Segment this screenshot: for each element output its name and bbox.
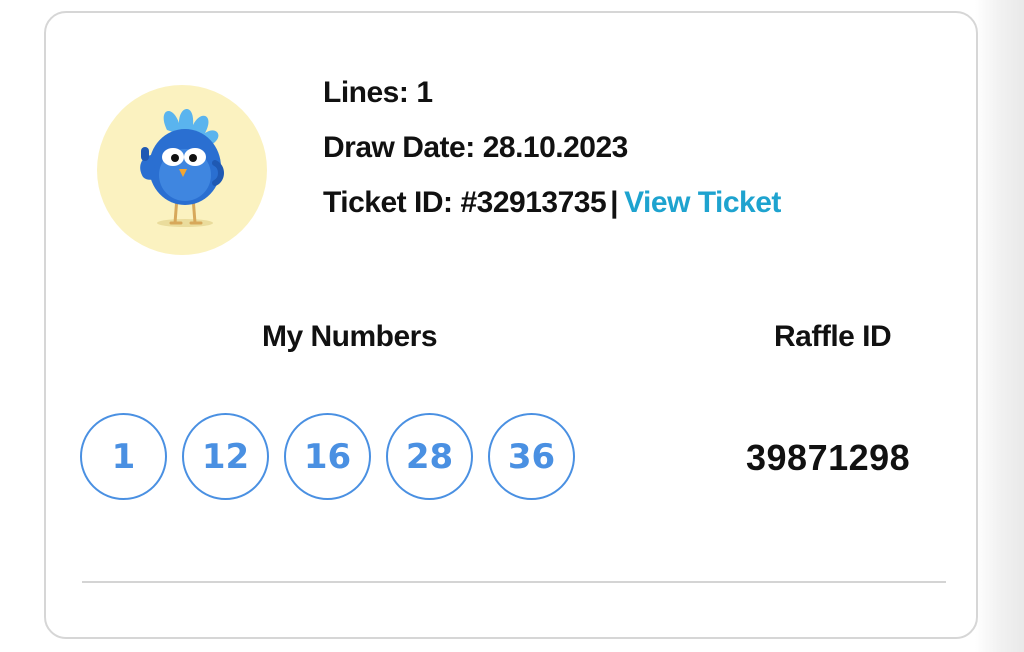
draw-date-row: Draw Date: 28.10.2023 (323, 128, 781, 183)
bird-mascot-graphic (140, 109, 224, 227)
ticket-info: Lines: 1 Draw Date: 28.10.2023 Ticket ID: #… (323, 73, 781, 238)
draw-date-value: 28.10.2023 (482, 131, 629, 164)
draw-date-label: Draw Date: (323, 131, 475, 164)
ticket-id-value: #32913735 (460, 186, 607, 219)
lines-row: Lines: 1 (323, 73, 781, 128)
number-ball: 16 (284, 413, 371, 500)
number-ball: 1 (80, 413, 167, 500)
lines-label: Lines: (323, 76, 409, 109)
divider (82, 581, 946, 583)
view-ticket-link[interactable]: View Ticket (624, 186, 781, 219)
bird-mascot-icon (97, 85, 267, 255)
number-ball: 12 (182, 413, 269, 500)
number-ball: 28 (386, 413, 473, 500)
ticket-id-row: Ticket ID: #32913735 | View Ticket (323, 183, 781, 238)
separator: | (610, 186, 619, 219)
page: Lines: 1 Draw Date: 28.10.2023 Ticket ID: #… (0, 0, 1024, 652)
ticket-id-label: Ticket ID: (323, 186, 453, 219)
my-numbers-label: My Numbers (262, 320, 438, 353)
lines-value: 1 (416, 76, 433, 109)
raffle-id-label: Raffle ID (774, 320, 892, 353)
number-ball: 36 (488, 413, 575, 500)
ticket-card: Lines: 1 Draw Date: 28.10.2023 Ticket ID: #… (44, 11, 978, 639)
raffle-id-value: 39871298 (746, 437, 911, 478)
my-numbers-list: 1 12 16 28 36 (80, 413, 575, 500)
